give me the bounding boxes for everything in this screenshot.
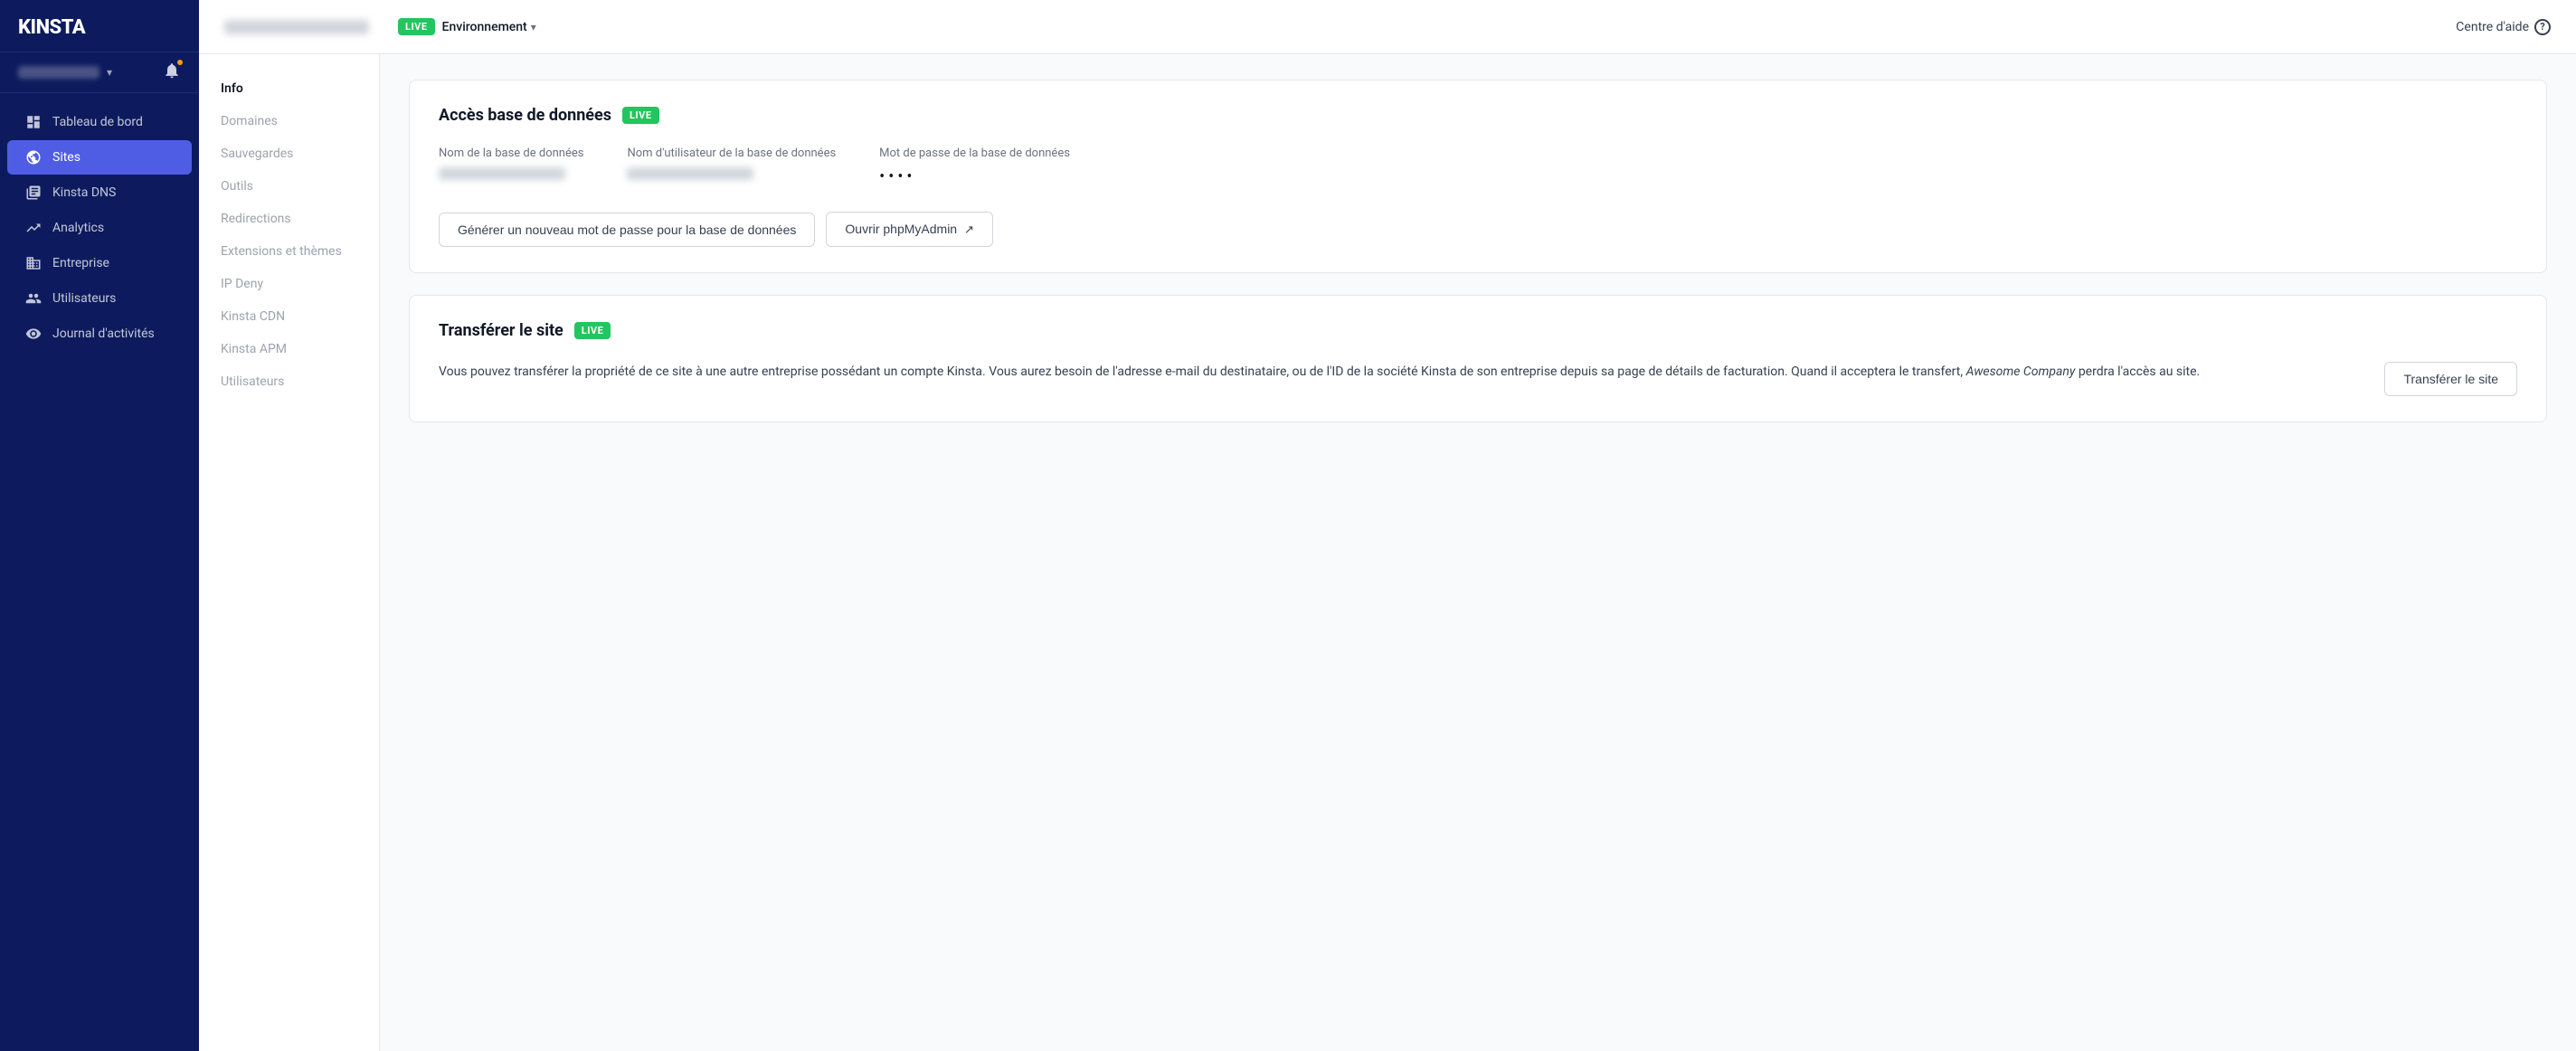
side-menu-item-sauvegardes[interactable]: Sauvegardes xyxy=(199,137,379,170)
db-card-title-text: Accès base de données xyxy=(439,106,611,125)
sidebar-nav: Tableau de bord Sites Kinsta DNS Analyti… xyxy=(0,93,199,1051)
sidebar-item-label: Kinsta DNS xyxy=(52,185,116,200)
side-menu-item-redirections[interactable]: Redirections xyxy=(199,203,379,235)
transfer-card-title-text: Transférer le site xyxy=(439,321,564,340)
sidebar-item-label: Entreprise xyxy=(52,256,109,270)
notification-icon[interactable] xyxy=(163,62,181,83)
sidebar-item-journal[interactable]: Journal d'activités xyxy=(7,317,192,351)
side-menu-item-utilisateurs[interactable]: Utilisateurs xyxy=(199,365,379,398)
transfer-live-badge: LIVE xyxy=(574,322,611,339)
side-menu-item-info[interactable]: Info xyxy=(199,72,379,105)
account-chevron-icon: ▾ xyxy=(107,66,112,79)
notification-badge xyxy=(176,59,184,66)
external-link-icon: ↗ xyxy=(964,223,974,237)
db-pass-label: Mot de passe de la base de données xyxy=(879,147,1070,160)
sidebar-item-label: Tableau de bord xyxy=(52,115,143,129)
db-fields: Nom de la base de données Nom d'utilisat… xyxy=(439,147,2517,186)
db-card-title: Accès base de données LIVE xyxy=(439,106,2517,125)
transfer-card-title: Transférer le site LIVE xyxy=(439,321,2517,340)
sidebar: KINSTA ▾ Tableau de bord Sites Kinsta DN… xyxy=(0,0,199,1051)
side-menu-item-ip-deny[interactable]: IP Deny xyxy=(199,268,379,300)
transfer-btn-wrap: Transférer le site xyxy=(2384,362,2517,396)
transfer-description: Vous pouvez transférer la propriété de c… xyxy=(439,362,2355,383)
db-access-card: Accès base de données LIVE Nom de la bas… xyxy=(409,80,2547,273)
logo: KINSTA xyxy=(18,16,85,39)
sidebar-item-label: Sites xyxy=(52,150,80,165)
db-user-label: Nom d'utilisateur de la base de données xyxy=(627,147,836,160)
sidebar-item-label: Analytics xyxy=(52,221,104,235)
sidebar-logo-area: KINSTA xyxy=(0,0,199,52)
transfer-site-button[interactable]: Transférer le site xyxy=(2384,362,2517,396)
sidebar-item-kinsta-dns[interactable]: Kinsta DNS xyxy=(7,175,192,210)
db-user-value-blur xyxy=(627,167,753,180)
main-area: LIVE Environnement ▾ Centre d'aide ? Inf… xyxy=(199,0,2576,1051)
side-menu-item-domaines[interactable]: Domaines xyxy=(199,105,379,137)
env-group[interactable]: LIVE Environnement ▾ xyxy=(398,18,536,35)
open-phpmyadmin-button[interactable]: Ouvrir phpMyAdmin ↗ xyxy=(826,212,993,247)
page-content: Accès base de données LIVE Nom de la bas… xyxy=(380,54,2576,1051)
sidebar-item-utilisateurs[interactable]: Utilisateurs xyxy=(7,281,192,316)
help-circle-icon: ? xyxy=(2534,19,2551,35)
chevron-down-icon: ▾ xyxy=(531,21,536,33)
side-menu: Info Domaines Sauvegardes Outils Redirec… xyxy=(199,54,380,1051)
db-pass-field: Mot de passe de la base de données •••• xyxy=(879,147,1070,186)
db-user-field: Nom d'utilisateur de la base de données xyxy=(627,147,836,186)
db-name-value-blur xyxy=(439,167,565,180)
side-menu-item-outils[interactable]: Outils xyxy=(199,170,379,203)
sidebar-item-analytics[interactable]: Analytics xyxy=(7,211,192,245)
help-center-link[interactable]: Centre d'aide ? xyxy=(2456,19,2551,35)
environment-selector[interactable]: Environnement ▾ xyxy=(442,20,536,34)
live-badge: LIVE xyxy=(398,18,435,35)
db-action-buttons: Générer un nouveau mot de passe pour la … xyxy=(439,212,2517,247)
topbar: LIVE Environnement ▾ Centre d'aide ? xyxy=(199,0,2576,54)
account-name-blur xyxy=(18,66,99,79)
transfer-card: Transférer le site LIVE Vous pouvez tran… xyxy=(409,295,2547,422)
transfer-row: Vous pouvez transférer la propriété de c… xyxy=(439,362,2517,396)
sidebar-item-label: Journal d'activités xyxy=(52,327,155,341)
db-pass-value: •••• xyxy=(879,167,915,186)
db-live-badge: LIVE xyxy=(622,107,659,124)
sidebar-item-entreprise[interactable]: Entreprise xyxy=(7,246,192,280)
side-menu-item-extensions-themes[interactable]: Extensions et thèmes xyxy=(199,235,379,268)
content-area: Info Domaines Sauvegardes Outils Redirec… xyxy=(199,54,2576,1051)
generate-password-button[interactable]: Générer un nouveau mot de passe pour la … xyxy=(439,213,815,247)
sidebar-item-tableau-de-bord[interactable]: Tableau de bord xyxy=(7,105,192,139)
db-name-label: Nom de la base de données xyxy=(439,147,583,160)
sidebar-item-sites[interactable]: Sites xyxy=(7,140,192,175)
sidebar-account[interactable]: ▾ xyxy=(0,52,199,93)
db-name-field: Nom de la base de données xyxy=(439,147,583,186)
site-name-blur xyxy=(224,20,369,34)
side-menu-item-kinsta-apm[interactable]: Kinsta APM xyxy=(199,333,379,365)
sidebar-item-label: Utilisateurs xyxy=(52,291,116,306)
side-menu-item-kinsta-cdn[interactable]: Kinsta CDN xyxy=(199,300,379,333)
